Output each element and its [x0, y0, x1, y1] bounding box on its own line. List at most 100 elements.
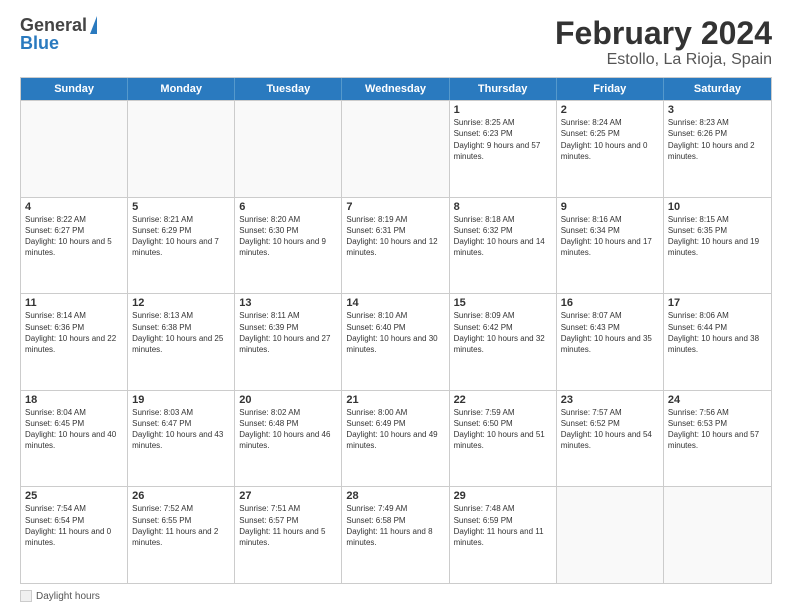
- day-cell-10: 10Sunrise: 8:15 AMSunset: 6:35 PMDayligh…: [664, 198, 771, 294]
- day-number: 21: [346, 394, 444, 406]
- day-info: Sunrise: 8:11 AMSunset: 6:39 PMDaylight:…: [239, 310, 337, 355]
- day-number: 25: [25, 490, 123, 502]
- logo-triangle-icon: [90, 16, 97, 34]
- day-cell-28: 28Sunrise: 7:49 AMSunset: 6:58 PMDayligh…: [342, 487, 449, 583]
- day-info: Sunrise: 8:24 AMSunset: 6:25 PMDaylight:…: [561, 117, 659, 162]
- day-cell-12: 12Sunrise: 8:13 AMSunset: 6:38 PMDayligh…: [128, 294, 235, 390]
- day-cell-4: 4Sunrise: 8:22 AMSunset: 6:27 PMDaylight…: [21, 198, 128, 294]
- day-number: 6: [239, 201, 337, 213]
- calendar-week-4: 18Sunrise: 8:04 AMSunset: 6:45 PMDayligh…: [21, 390, 771, 487]
- logo: General Blue: [20, 16, 97, 52]
- day-header-saturday: Saturday: [664, 78, 771, 100]
- day-cell-16: 16Sunrise: 8:07 AMSunset: 6:43 PMDayligh…: [557, 294, 664, 390]
- day-info: Sunrise: 8:04 AMSunset: 6:45 PMDaylight:…: [25, 407, 123, 452]
- day-info: Sunrise: 8:06 AMSunset: 6:44 PMDaylight:…: [668, 310, 767, 355]
- day-number: 18: [25, 394, 123, 406]
- day-cell-23: 23Sunrise: 7:57 AMSunset: 6:52 PMDayligh…: [557, 391, 664, 487]
- title-block: February 2024 Estollo, La Rioja, Spain: [555, 16, 772, 69]
- day-info: Sunrise: 7:48 AMSunset: 6:59 PMDaylight:…: [454, 503, 552, 548]
- empty-cell: [128, 101, 235, 197]
- calendar-week-3: 11Sunrise: 8:14 AMSunset: 6:36 PMDayligh…: [21, 293, 771, 390]
- day-number: 2: [561, 104, 659, 116]
- day-cell-24: 24Sunrise: 7:56 AMSunset: 6:53 PMDayligh…: [664, 391, 771, 487]
- day-number: 26: [132, 490, 230, 502]
- day-cell-2: 2Sunrise: 8:24 AMSunset: 6:25 PMDaylight…: [557, 101, 664, 197]
- empty-cell: [664, 487, 771, 583]
- day-info: Sunrise: 7:51 AMSunset: 6:57 PMDaylight:…: [239, 503, 337, 548]
- day-number: 12: [132, 297, 230, 309]
- calendar-location: Estollo, La Rioja, Spain: [555, 51, 772, 69]
- day-cell-20: 20Sunrise: 8:02 AMSunset: 6:48 PMDayligh…: [235, 391, 342, 487]
- day-header-monday: Monday: [128, 78, 235, 100]
- day-cell-5: 5Sunrise: 8:21 AMSunset: 6:29 PMDaylight…: [128, 198, 235, 294]
- day-number: 20: [239, 394, 337, 406]
- day-number: 8: [454, 201, 552, 213]
- day-info: Sunrise: 8:15 AMSunset: 6:35 PMDaylight:…: [668, 214, 767, 259]
- day-info: Sunrise: 8:18 AMSunset: 6:32 PMDaylight:…: [454, 214, 552, 259]
- day-cell-26: 26Sunrise: 7:52 AMSunset: 6:55 PMDayligh…: [128, 487, 235, 583]
- day-info: Sunrise: 7:57 AMSunset: 6:52 PMDaylight:…: [561, 407, 659, 452]
- day-header-wednesday: Wednesday: [342, 78, 449, 100]
- day-info: Sunrise: 8:00 AMSunset: 6:49 PMDaylight:…: [346, 407, 444, 452]
- day-header-tuesday: Tuesday: [235, 78, 342, 100]
- daylight-indicator: [20, 590, 32, 602]
- day-number: 14: [346, 297, 444, 309]
- empty-cell: [235, 101, 342, 197]
- calendar-week-2: 4Sunrise: 8:22 AMSunset: 6:27 PMDaylight…: [21, 197, 771, 294]
- day-cell-15: 15Sunrise: 8:09 AMSunset: 6:42 PMDayligh…: [450, 294, 557, 390]
- footer-label: Daylight hours: [36, 591, 100, 602]
- day-info: Sunrise: 8:13 AMSunset: 6:38 PMDaylight:…: [132, 310, 230, 355]
- day-number: 11: [25, 297, 123, 309]
- day-cell-21: 21Sunrise: 8:00 AMSunset: 6:49 PMDayligh…: [342, 391, 449, 487]
- day-info: Sunrise: 8:19 AMSunset: 6:31 PMDaylight:…: [346, 214, 444, 259]
- day-info: Sunrise: 8:07 AMSunset: 6:43 PMDaylight:…: [561, 310, 659, 355]
- day-info: Sunrise: 7:49 AMSunset: 6:58 PMDaylight:…: [346, 503, 444, 548]
- day-info: Sunrise: 8:20 AMSunset: 6:30 PMDaylight:…: [239, 214, 337, 259]
- logo-general-text: General: [20, 16, 87, 34]
- day-number: 10: [668, 201, 767, 213]
- day-header-sunday: Sunday: [21, 78, 128, 100]
- day-cell-8: 8Sunrise: 8:18 AMSunset: 6:32 PMDaylight…: [450, 198, 557, 294]
- logo-blue-text: Blue: [20, 34, 97, 52]
- footer: Daylight hours: [20, 590, 772, 602]
- empty-cell: [21, 101, 128, 197]
- day-number: 24: [668, 394, 767, 406]
- day-cell-1: 1Sunrise: 8:25 AMSunset: 6:23 PMDaylight…: [450, 101, 557, 197]
- day-info: Sunrise: 8:03 AMSunset: 6:47 PMDaylight:…: [132, 407, 230, 452]
- day-number: 15: [454, 297, 552, 309]
- day-number: 16: [561, 297, 659, 309]
- day-info: Sunrise: 8:22 AMSunset: 6:27 PMDaylight:…: [25, 214, 123, 259]
- day-header-thursday: Thursday: [450, 78, 557, 100]
- day-cell-25: 25Sunrise: 7:54 AMSunset: 6:54 PMDayligh…: [21, 487, 128, 583]
- day-number: 27: [239, 490, 337, 502]
- day-info: Sunrise: 8:25 AMSunset: 6:23 PMDaylight:…: [454, 117, 552, 162]
- day-info: Sunrise: 7:56 AMSunset: 6:53 PMDaylight:…: [668, 407, 767, 452]
- day-number: 17: [668, 297, 767, 309]
- day-info: Sunrise: 7:54 AMSunset: 6:54 PMDaylight:…: [25, 503, 123, 548]
- day-number: 13: [239, 297, 337, 309]
- day-number: 22: [454, 394, 552, 406]
- day-cell-27: 27Sunrise: 7:51 AMSunset: 6:57 PMDayligh…: [235, 487, 342, 583]
- calendar-title: February 2024: [555, 16, 772, 51]
- header: General Blue February 2024 Estollo, La R…: [20, 16, 772, 69]
- day-info: Sunrise: 8:23 AMSunset: 6:26 PMDaylight:…: [668, 117, 767, 162]
- day-cell-9: 9Sunrise: 8:16 AMSunset: 6:34 PMDaylight…: [557, 198, 664, 294]
- day-number: 28: [346, 490, 444, 502]
- calendar-header: SundayMondayTuesdayWednesdayThursdayFrid…: [21, 78, 771, 100]
- day-cell-22: 22Sunrise: 7:59 AMSunset: 6:50 PMDayligh…: [450, 391, 557, 487]
- day-number: 3: [668, 104, 767, 116]
- day-info: Sunrise: 8:21 AMSunset: 6:29 PMDaylight:…: [132, 214, 230, 259]
- day-info: Sunrise: 7:52 AMSunset: 6:55 PMDaylight:…: [132, 503, 230, 548]
- day-cell-29: 29Sunrise: 7:48 AMSunset: 6:59 PMDayligh…: [450, 487, 557, 583]
- day-cell-13: 13Sunrise: 8:11 AMSunset: 6:39 PMDayligh…: [235, 294, 342, 390]
- day-number: 29: [454, 490, 552, 502]
- day-info: Sunrise: 7:59 AMSunset: 6:50 PMDaylight:…: [454, 407, 552, 452]
- day-cell-6: 6Sunrise: 8:20 AMSunset: 6:30 PMDaylight…: [235, 198, 342, 294]
- day-number: 19: [132, 394, 230, 406]
- day-info: Sunrise: 8:16 AMSunset: 6:34 PMDaylight:…: [561, 214, 659, 259]
- calendar-body: 1Sunrise: 8:25 AMSunset: 6:23 PMDaylight…: [21, 100, 771, 583]
- day-info: Sunrise: 8:14 AMSunset: 6:36 PMDaylight:…: [25, 310, 123, 355]
- day-cell-3: 3Sunrise: 8:23 AMSunset: 6:26 PMDaylight…: [664, 101, 771, 197]
- day-info: Sunrise: 8:02 AMSunset: 6:48 PMDaylight:…: [239, 407, 337, 452]
- day-cell-17: 17Sunrise: 8:06 AMSunset: 6:44 PMDayligh…: [664, 294, 771, 390]
